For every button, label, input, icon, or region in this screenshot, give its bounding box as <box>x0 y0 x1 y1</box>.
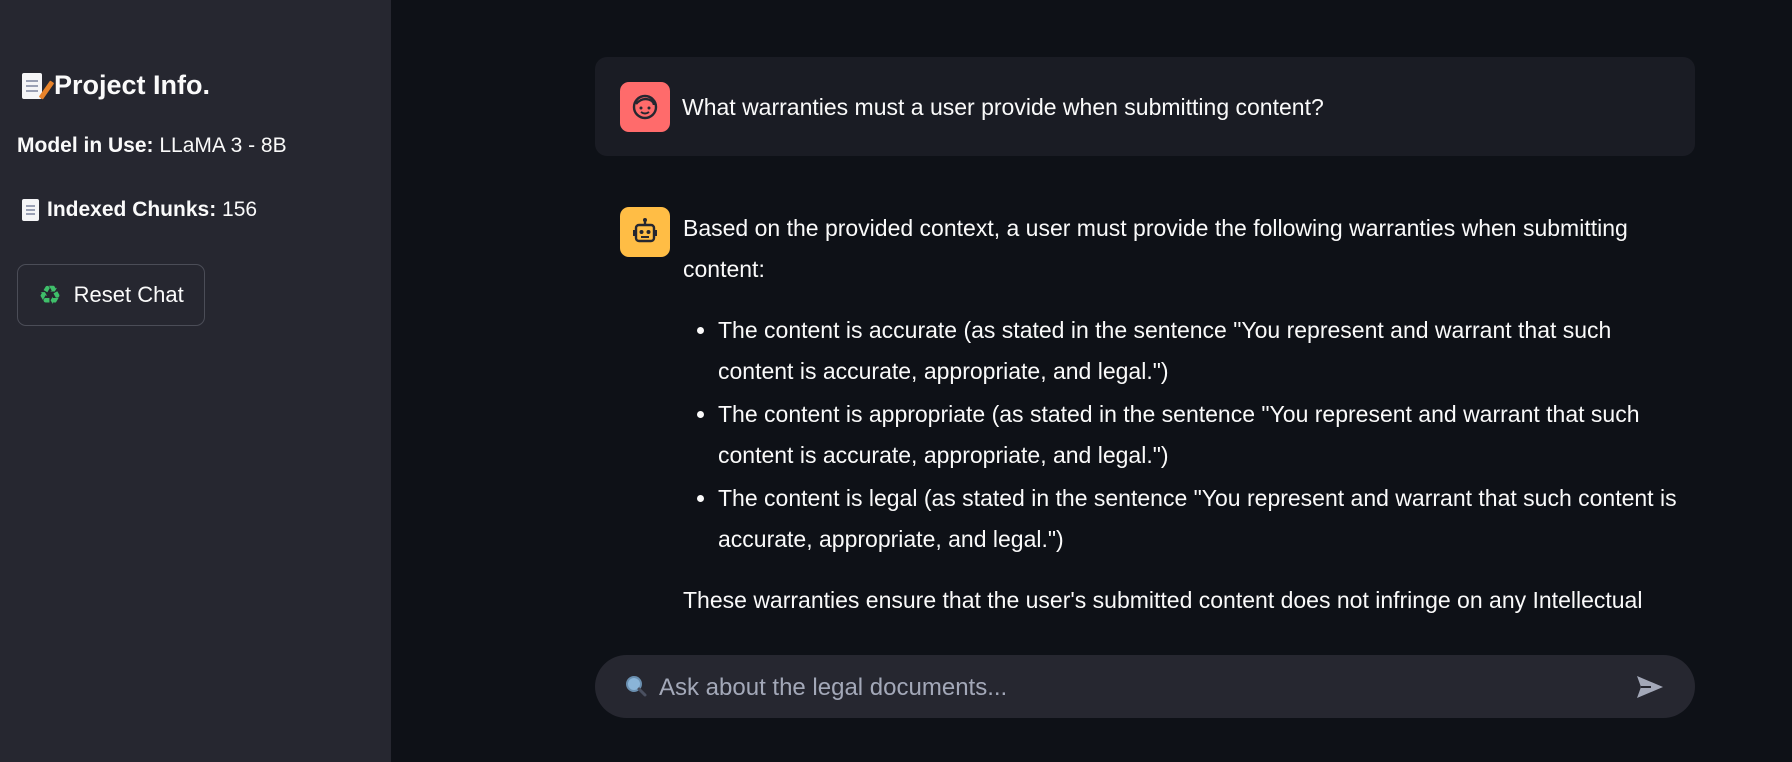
list-item: The content is accurate (as stated in th… <box>718 310 1693 392</box>
user-message-text: What warranties must a user provide when… <box>682 94 1324 120</box>
chunks-value: 156 <box>222 198 258 221</box>
user-message: What warranties must a user provide when… <box>595 57 1695 156</box>
chunks-label: Indexed Chunks: <box>47 198 217 221</box>
list-item: The content is legal (as stated in the s… <box>718 478 1693 560</box>
list-item: The content is appropriate (as stated in… <box>718 394 1693 476</box>
sidebar: Project Info. Model in Use: LLaMA 3 - 8B… <box>0 0 391 762</box>
chat-input[interactable] <box>657 665 1601 710</box>
reset-chat-button[interactable]: ♻ Reset Chat <box>17 264 205 326</box>
recycle-icon: ♻ <box>38 280 62 310</box>
chunks-info: Indexed Chunks: 156 <box>22 198 257 222</box>
chat-input-bar[interactable] <box>595 655 1695 718</box>
page-icon <box>22 199 39 221</box>
model-info: Model in Use: LLaMA 3 - 8B <box>17 134 287 158</box>
assistant-avatar <box>620 207 670 257</box>
memo-icon <box>22 72 42 99</box>
warranty-list: The content is accurate (as stated in th… <box>683 310 1693 560</box>
robot-icon <box>633 218 657 243</box>
user-avatar <box>620 82 670 132</box>
reset-chat-label: Reset Chat <box>73 282 184 307</box>
assistant-closing: These warranties ensure that the user's … <box>683 587 1643 613</box>
user-face-icon <box>632 94 658 120</box>
project-info-heading: Project Info. <box>22 70 210 101</box>
assistant-message: Based on the provided context, a user mu… <box>683 208 1693 621</box>
assistant-intro: Based on the provided context, a user mu… <box>683 215 1628 282</box>
model-value: LLaMA 3 - 8B <box>159 134 287 157</box>
model-label: Model in Use: <box>17 134 154 157</box>
send-icon[interactable] <box>1635 674 1665 700</box>
project-info-title: Project Info. <box>54 70 211 100</box>
search-icon <box>626 676 647 697</box>
